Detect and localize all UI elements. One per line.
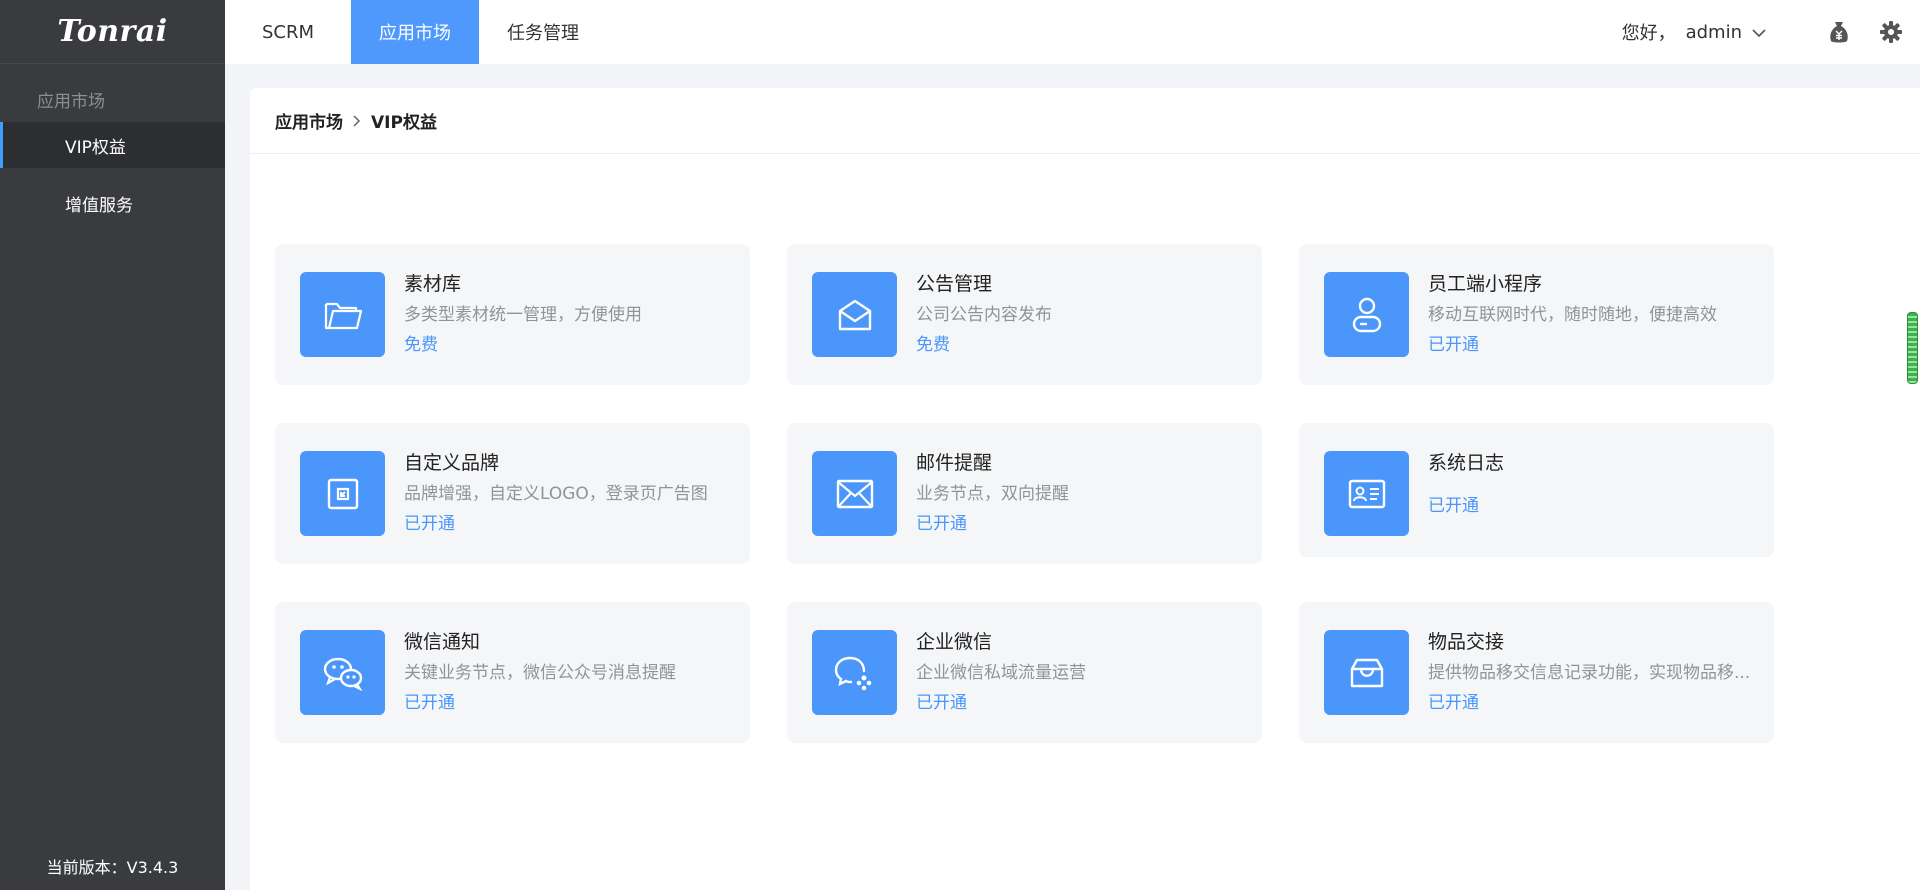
breadcrumb-item-app-market[interactable]: 应用市场 bbox=[275, 108, 343, 133]
card-title: 企业微信 bbox=[916, 631, 993, 653]
id-card-icon bbox=[1324, 451, 1409, 536]
breadcrumb: 应用市场 VIP权益 bbox=[250, 88, 1920, 154]
card-title: 素材库 bbox=[404, 273, 462, 295]
tab-label: 任务管理 bbox=[507, 23, 580, 44]
card-description: 移动互联网时代，随时随地，便捷高效 bbox=[1428, 305, 1717, 325]
card-title: 物品交接 bbox=[1428, 631, 1505, 653]
sidebar-item-label: 增值服务 bbox=[65, 195, 133, 216]
card-description: 品牌增强，自定义LOGO，登录页广告图 bbox=[404, 484, 708, 504]
tab-label: 应用市场 bbox=[379, 23, 452, 44]
greeting-text: 您好， bbox=[1621, 23, 1676, 44]
card-status: 已开通 bbox=[916, 693, 967, 713]
enterprise-wechat-icon bbox=[812, 630, 897, 715]
card-status: 免费 bbox=[916, 335, 950, 355]
card-title: 自定义品牌 bbox=[404, 452, 500, 474]
sidebar: Tonrai 应用市场 VIP权益 增值服务 当前版本：V3.4.3 bbox=[0, 0, 225, 890]
gear-icon[interactable] bbox=[1880, 21, 1902, 43]
scrollbar-thumb[interactable] bbox=[1907, 312, 1918, 384]
card-status: 已开通 bbox=[1428, 496, 1479, 516]
card-status: 已开通 bbox=[1428, 335, 1479, 355]
card-title: 公告管理 bbox=[916, 273, 993, 295]
app-card-material-library[interactable]: 素材库 多类型素材统一管理，方便使用 免费 bbox=[275, 244, 750, 385]
card-status: 已开通 bbox=[404, 693, 455, 713]
top-navbar: SCRM 应用市场 任务管理 您好， admin bbox=[225, 0, 1920, 64]
sidebar-group-title: 应用市场 bbox=[37, 92, 105, 112]
brand-icon bbox=[300, 451, 385, 536]
tab-app-market[interactable]: 应用市场 bbox=[351, 0, 480, 64]
chevron-down-icon bbox=[1752, 22, 1766, 43]
card-description: 多类型素材统一管理，方便使用 bbox=[404, 305, 642, 325]
card-title: 员工端小程序 bbox=[1428, 273, 1543, 295]
sidebar-item-value-added[interactable]: 增值服务 bbox=[0, 180, 225, 226]
user-icon bbox=[1324, 272, 1409, 357]
card-title: 微信通知 bbox=[404, 631, 481, 653]
breadcrumb-item-vip: VIP权益 bbox=[371, 113, 437, 133]
main-panel: 应用市场 VIP权益 素材库 多类型素材统一管理，方便使用 免费 公告管理 公司… bbox=[250, 88, 1920, 890]
card-status: 免费 bbox=[404, 335, 438, 355]
app-card-email-reminder[interactable]: 邮件提醒 业务节点，双向提醒 已开通 bbox=[787, 423, 1262, 564]
card-description: 关键业务节点，微信公众号消息提醒 bbox=[404, 663, 676, 683]
app-card-item-handover[interactable]: 物品交接 提供物品移交信息记录功能，实现物品移... 已开通 bbox=[1299, 602, 1774, 743]
wechat-icon bbox=[300, 630, 385, 715]
version-label: 当前版本：V3.4.3 bbox=[46, 858, 179, 877]
sidebar-item-label: VIP权益 bbox=[65, 137, 126, 158]
username: admin bbox=[1685, 21, 1742, 43]
box-icon bbox=[1324, 630, 1409, 715]
folder-icon bbox=[300, 272, 385, 357]
user-menu[interactable]: 您好， admin bbox=[1622, 19, 1798, 45]
logo-text: Tonrai bbox=[57, 14, 168, 49]
top-right-area: 您好， admin bbox=[1622, 0, 1920, 64]
card-title: 系统日志 bbox=[1428, 452, 1505, 474]
card-description: 公司公告内容发布 bbox=[916, 305, 1052, 325]
envelope-open-icon bbox=[812, 272, 897, 357]
app-card-custom-brand[interactable]: 自定义品牌 品牌增强，自定义LOGO，登录页广告图 已开通 bbox=[275, 423, 750, 564]
card-description: 企业微信私域流量运营 bbox=[916, 663, 1086, 683]
app-card-staff-miniprogram[interactable]: 员工端小程序 移动互联网时代，随时随地，便捷高效 已开通 bbox=[1299, 244, 1774, 385]
money-bag-icon[interactable] bbox=[1828, 21, 1850, 43]
card-status: 已开通 bbox=[1428, 693, 1479, 713]
card-status: 已开通 bbox=[916, 514, 967, 534]
tab-task-management[interactable]: 任务管理 bbox=[479, 0, 607, 64]
app-card-announcement[interactable]: 公告管理 公司公告内容发布 免费 bbox=[787, 244, 1262, 385]
tab-scrm[interactable]: SCRM bbox=[225, 0, 351, 64]
sidebar-item-vip[interactable]: VIP权益 bbox=[0, 122, 225, 168]
app-card-enterprise-wechat[interactable]: 企业微信 企业微信私域流量运营 已开通 bbox=[787, 602, 1262, 743]
mail-icon bbox=[812, 451, 897, 536]
card-title: 邮件提醒 bbox=[916, 452, 993, 474]
tab-label: SCRM bbox=[262, 21, 315, 43]
card-status: 已开通 bbox=[404, 514, 455, 534]
app-card-wechat-notify[interactable]: 微信通知 关键业务节点，微信公众号消息提醒 已开通 bbox=[275, 602, 750, 743]
chevron-right-icon bbox=[353, 114, 361, 127]
app-card-system-log[interactable]: 系统日志 已开通 bbox=[1299, 423, 1774, 557]
card-description: 业务节点，双向提醒 bbox=[916, 484, 1069, 504]
app-logo[interactable]: Tonrai bbox=[0, 0, 225, 64]
card-description: 提供物品移交信息记录功能，实现物品移... bbox=[1428, 663, 1751, 683]
